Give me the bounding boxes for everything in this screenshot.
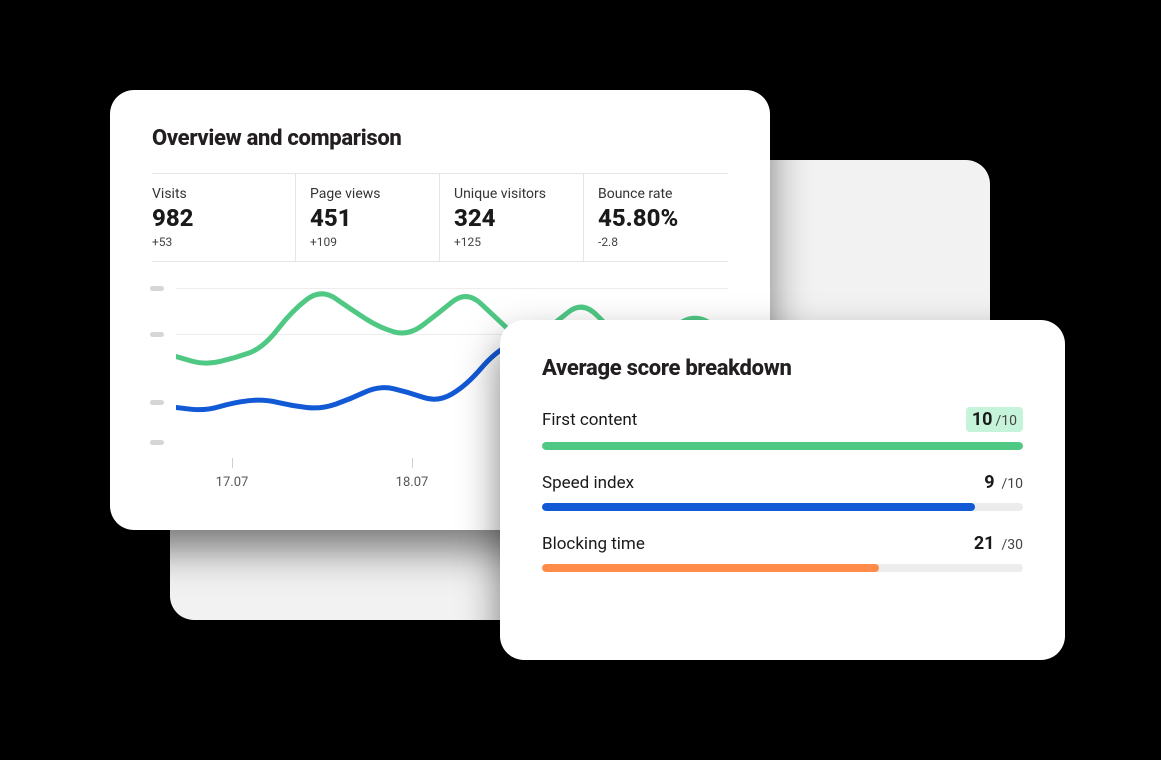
y-tick-icon [150, 440, 164, 445]
stat-pageviews: Page views 451 +109 [296, 174, 440, 261]
score-value-wrap: 21 /30 [974, 533, 1023, 554]
score-row-first-content: First content 10 /10 [542, 407, 1023, 450]
stat-delta: +53 [152, 235, 281, 249]
progress-fill [542, 564, 879, 572]
stat-uniquevisitors: Unique visitors 324 +125 [440, 174, 584, 261]
y-tick-icon [150, 400, 164, 405]
overview-title: Overview and comparison [152, 126, 728, 151]
progress-fill [542, 503, 975, 511]
stats-row: Visits 982 +53 Page views 451 +109 Uniqu… [152, 173, 728, 262]
progress-fill [542, 442, 1023, 450]
progress-track [542, 442, 1023, 450]
score-head: Speed index 9 /10 [542, 472, 1023, 493]
score-label: Blocking time [542, 534, 645, 554]
progress-track [542, 564, 1023, 572]
stat-value: 324 [454, 204, 569, 232]
score-value: 21 [974, 533, 995, 554]
score-value-wrap: 9 /10 [984, 472, 1023, 493]
score-label: First content [542, 410, 637, 430]
stat-label: Page views [310, 186, 425, 202]
x-axis-label: 17.07 [216, 475, 249, 490]
score-max: /30 [1001, 537, 1023, 553]
stat-label: Visits [152, 186, 281, 202]
score-head: Blocking time 21 /30 [542, 533, 1023, 554]
x-axis-label: 18.07 [396, 475, 429, 490]
score-max: /10 [995, 413, 1017, 429]
score-row-speed-index: Speed index 9 /10 [542, 472, 1023, 511]
stat-delta: +125 [454, 235, 569, 249]
score-value: 10 [972, 409, 993, 430]
score-card: Average score breakdown First content 10… [500, 320, 1065, 660]
stat-delta: +109 [310, 235, 425, 249]
progress-track [542, 503, 1023, 511]
score-badge: 10 /10 [966, 407, 1023, 432]
score-label: Speed index [542, 473, 634, 493]
stat-value: 451 [310, 204, 425, 232]
score-max: /10 [1001, 476, 1023, 492]
stat-visits: Visits 982 +53 [152, 174, 296, 261]
score-head: First content 10 /10 [542, 407, 1023, 432]
stat-label: Unique visitors [454, 186, 569, 202]
stat-delta: -2.8 [598, 235, 714, 249]
stat-value: 982 [152, 204, 281, 232]
x-tick-icon [232, 458, 233, 468]
x-tick-icon [412, 458, 413, 468]
score-row-blocking-time: Blocking time 21 /30 [542, 533, 1023, 572]
stat-bouncerate: Bounce rate 45.80% -2.8 [584, 174, 728, 261]
y-tick-icon [150, 332, 164, 337]
score-value: 9 [984, 472, 994, 493]
stat-label: Bounce rate [598, 186, 714, 202]
stat-value: 45.80% [598, 204, 714, 232]
y-tick-icon [150, 286, 164, 291]
score-title: Average score breakdown [542, 356, 1023, 381]
